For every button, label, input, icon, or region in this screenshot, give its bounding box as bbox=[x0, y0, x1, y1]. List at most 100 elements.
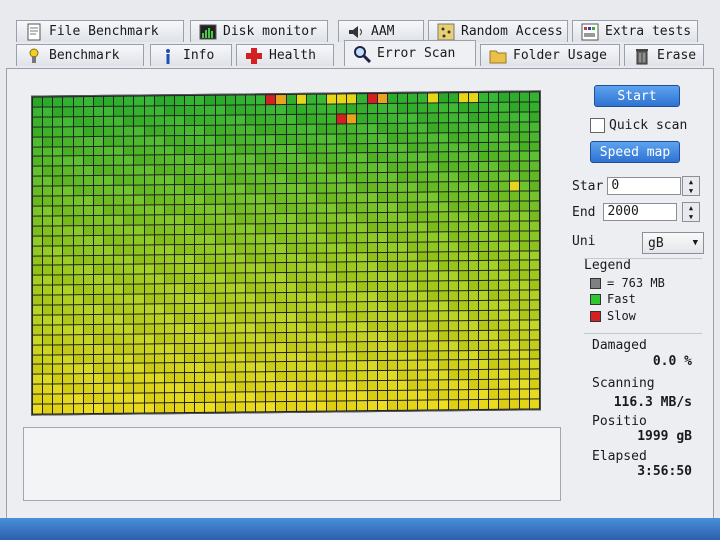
scan-block bbox=[438, 311, 448, 321]
scan-block bbox=[438, 390, 448, 400]
end-field: End 2000 bbox=[572, 203, 678, 221]
scan-block bbox=[428, 222, 438, 232]
scan-block bbox=[398, 321, 408, 331]
down-arrow-icon[interactable]: ▼ bbox=[689, 187, 693, 195]
tab-file-benchmark[interactable]: File Benchmark bbox=[16, 20, 184, 42]
scan-block bbox=[347, 312, 357, 322]
speed-map-button[interactable]: Speed map bbox=[590, 141, 680, 163]
scan-block bbox=[357, 242, 367, 252]
scan-block bbox=[316, 94, 327, 104]
scan-block bbox=[103, 126, 114, 136]
scan-block bbox=[306, 183, 316, 193]
tab-benchmark[interactable]: Benchmark bbox=[16, 44, 144, 66]
down-arrow-icon[interactable]: ▼ bbox=[689, 213, 693, 221]
scan-block bbox=[337, 381, 347, 391]
scan-block bbox=[93, 96, 103, 106]
scan-block bbox=[296, 124, 306, 134]
scan-block bbox=[286, 233, 296, 243]
scan-block bbox=[529, 290, 539, 300]
scan-block bbox=[286, 164, 296, 174]
scan-block bbox=[266, 124, 276, 134]
scan-block bbox=[33, 117, 43, 127]
scan-block bbox=[93, 404, 103, 414]
scan-block bbox=[306, 401, 316, 411]
up-arrow-icon[interactable]: ▲ bbox=[689, 204, 693, 212]
scan-block bbox=[519, 270, 529, 280]
scan-block bbox=[276, 184, 286, 194]
start-button[interactable]: Start bbox=[594, 85, 680, 107]
scan-block bbox=[519, 369, 529, 379]
scan-block bbox=[296, 164, 306, 174]
scan-block bbox=[53, 315, 63, 325]
scan-block bbox=[347, 133, 357, 143]
tab-erase[interactable]: Erase bbox=[624, 44, 704, 66]
tab-extra-tests[interactable]: Extra tests bbox=[572, 20, 698, 42]
tab-label: Benchmark bbox=[49, 48, 120, 63]
scan-block bbox=[469, 231, 479, 241]
scan-block bbox=[286, 273, 296, 283]
scan-block bbox=[114, 235, 124, 245]
scan-block bbox=[144, 205, 154, 215]
end-input[interactable]: 2000 bbox=[603, 203, 678, 221]
scan-block bbox=[448, 212, 458, 222]
tab-info[interactable]: Info bbox=[150, 44, 232, 66]
start-input[interactable]: 0 bbox=[607, 177, 682, 195]
scan-block bbox=[93, 126, 103, 136]
tab-folder-usage[interactable]: Folder Usage bbox=[480, 44, 620, 66]
scan-block bbox=[245, 174, 256, 184]
scan-block bbox=[418, 133, 428, 143]
scan-block bbox=[225, 95, 235, 105]
scan-block bbox=[306, 223, 316, 233]
scan-block bbox=[367, 123, 377, 133]
scan-block bbox=[428, 103, 438, 113]
scan-block bbox=[33, 216, 43, 226]
scan-block bbox=[114, 175, 124, 185]
scan-block bbox=[164, 96, 174, 106]
scan-block bbox=[53, 176, 63, 186]
scan-block bbox=[185, 95, 195, 105]
scan-block bbox=[83, 344, 93, 354]
scan-block bbox=[357, 104, 367, 114]
scan-block bbox=[256, 105, 266, 115]
scan-block bbox=[73, 354, 83, 364]
tab-health[interactable]: Health bbox=[236, 44, 334, 66]
start-spinner[interactable]: ▲ ▼ bbox=[682, 176, 700, 196]
scan-block bbox=[53, 136, 63, 146]
scan-block bbox=[286, 392, 296, 402]
scan-block bbox=[256, 293, 266, 303]
scan-block bbox=[316, 381, 327, 391]
scan-block bbox=[266, 382, 276, 392]
quick-scan-checkbox[interactable]: Quick scan bbox=[590, 118, 687, 133]
tab-disk-monitor[interactable]: Disk monitor bbox=[190, 20, 328, 42]
scan-block bbox=[428, 142, 438, 152]
scan-block bbox=[418, 291, 428, 301]
scan-block bbox=[114, 106, 124, 116]
scan-block bbox=[154, 373, 164, 383]
unit-select[interactable]: gB ▼ bbox=[642, 232, 704, 254]
scan-block bbox=[499, 379, 509, 389]
scan-block bbox=[154, 403, 164, 413]
log-box[interactable] bbox=[23, 427, 561, 501]
start-label: Star bbox=[572, 178, 604, 194]
scan-block bbox=[398, 351, 408, 361]
scan-block bbox=[448, 103, 458, 113]
scan-block bbox=[124, 383, 134, 393]
scan-block bbox=[185, 195, 195, 205]
scan-block bbox=[164, 224, 174, 234]
scan-block bbox=[256, 332, 266, 342]
scan-block bbox=[185, 185, 195, 195]
tab-random-access[interactable]: Random Access bbox=[428, 20, 568, 42]
scan-block bbox=[43, 206, 53, 216]
scan-block bbox=[377, 282, 387, 292]
tab-aam[interactable]: AAM bbox=[338, 20, 424, 42]
checkbox-box[interactable] bbox=[590, 118, 605, 133]
scan-block bbox=[53, 107, 63, 117]
end-spinner[interactable]: ▲ ▼ bbox=[682, 202, 700, 222]
scan-block bbox=[53, 295, 63, 305]
scan-block bbox=[83, 394, 93, 404]
up-arrow-icon[interactable]: ▲ bbox=[689, 178, 693, 186]
scan-block bbox=[316, 183, 327, 193]
tab-error-scan[interactable]: Error Scan bbox=[344, 40, 476, 66]
scan-block bbox=[134, 185, 144, 195]
scan-block bbox=[245, 204, 256, 214]
